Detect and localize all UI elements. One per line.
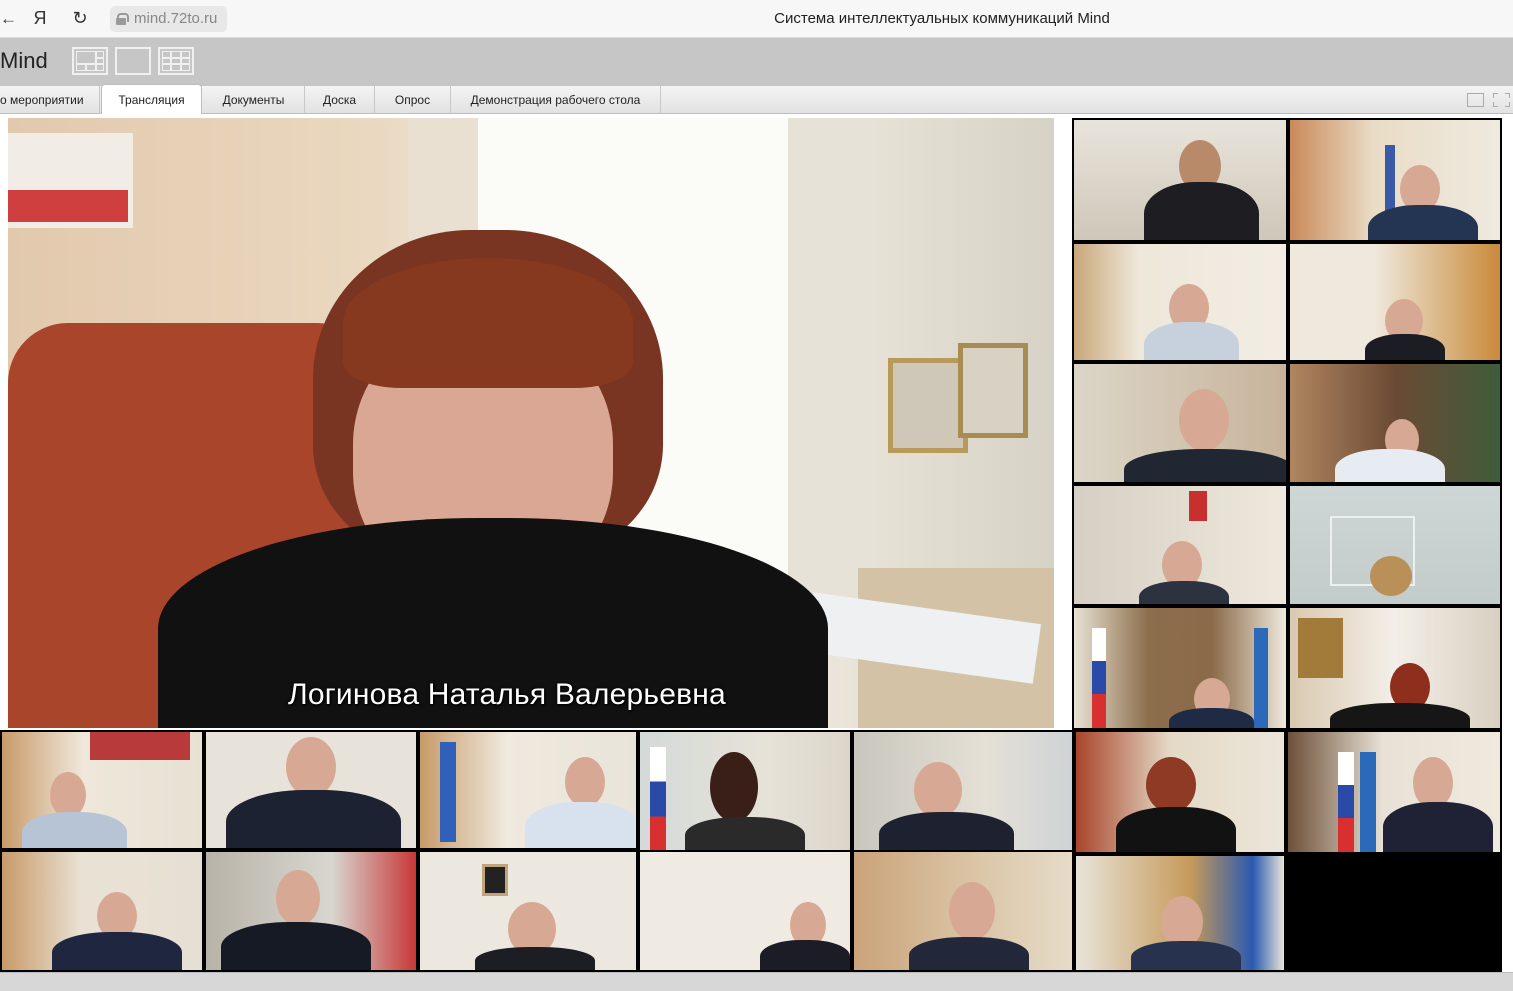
participant-tile[interactable] [1072, 484, 1288, 606]
main-speaker-name: Логинова Наталья Валерьевна [288, 678, 726, 711]
tab-desktop-demo[interactable]: Демонстрация рабочего стола [451, 86, 661, 114]
participant-tile[interactable] [1074, 854, 1286, 972]
layout-single-icon[interactable] [115, 47, 151, 75]
main-speaker-video[interactable] [8, 118, 1054, 728]
participant-tile[interactable] [204, 850, 418, 972]
participant-tile[interactable] [1072, 362, 1288, 484]
participant-tile[interactable] [1072, 242, 1288, 362]
participant-tile[interactable] [1288, 362, 1502, 484]
participant-tile[interactable] [638, 730, 852, 852]
app-name: Mind [0, 48, 48, 73]
participant-tile[interactable] [638, 850, 852, 972]
participant-tile[interactable] [1288, 242, 1502, 362]
participant-tile[interactable] [1288, 606, 1502, 730]
yandex-logo-icon[interactable]: Я [30, 8, 50, 29]
reload-icon[interactable]: ↻ [70, 8, 90, 29]
participant-tile[interactable] [1288, 118, 1502, 242]
layout-mixed-icon[interactable] [72, 47, 108, 75]
tab-broadcast[interactable]: Трансляция [101, 84, 202, 115]
page-title: Система интеллектуальных коммуникаций Mi… [774, 10, 1110, 27]
status-bar [0, 972, 1513, 991]
window-icon[interactable] [1467, 93, 1484, 107]
participant-tile[interactable] [1286, 730, 1502, 854]
tab-about-event[interactable]: о мероприятии [0, 86, 100, 114]
tab-documents[interactable]: Документы [203, 86, 305, 114]
participant-tile[interactable] [1072, 118, 1288, 242]
participant-tile[interactable] [1072, 606, 1288, 730]
participant-tile[interactable] [204, 730, 418, 850]
participant-tile[interactable] [418, 730, 638, 850]
participant-tile[interactable] [0, 730, 204, 850]
back-arrow-icon[interactable]: ← [0, 9, 17, 29]
fullscreen-icon[interactable] [1493, 93, 1510, 107]
lock-icon [116, 12, 129, 25]
url-text: mind.72to.ru [134, 10, 218, 27]
participant-tile[interactable] [1074, 730, 1286, 854]
browser-toolbar: ← Я ↻ mind.72to.ru Система интеллектуаль… [0, 0, 1513, 38]
participant-tile[interactable] [1288, 484, 1502, 606]
participant-tile[interactable] [852, 850, 1074, 972]
tab-board[interactable]: Доска [305, 86, 375, 114]
participant-tile[interactable] [0, 850, 204, 972]
empty-tile [1286, 854, 1502, 972]
layout-grid-icon[interactable] [158, 47, 194, 75]
participant-tile[interactable] [852, 730, 1074, 852]
participant-tile[interactable] [418, 850, 638, 972]
address-bar[interactable]: mind.72to.ru [110, 5, 228, 32]
app-header: Mind [0, 38, 1513, 86]
tab-poll[interactable]: Опрос [375, 86, 451, 114]
tab-bar: о мероприятии Трансляция Документы Доска… [0, 84, 1513, 115]
